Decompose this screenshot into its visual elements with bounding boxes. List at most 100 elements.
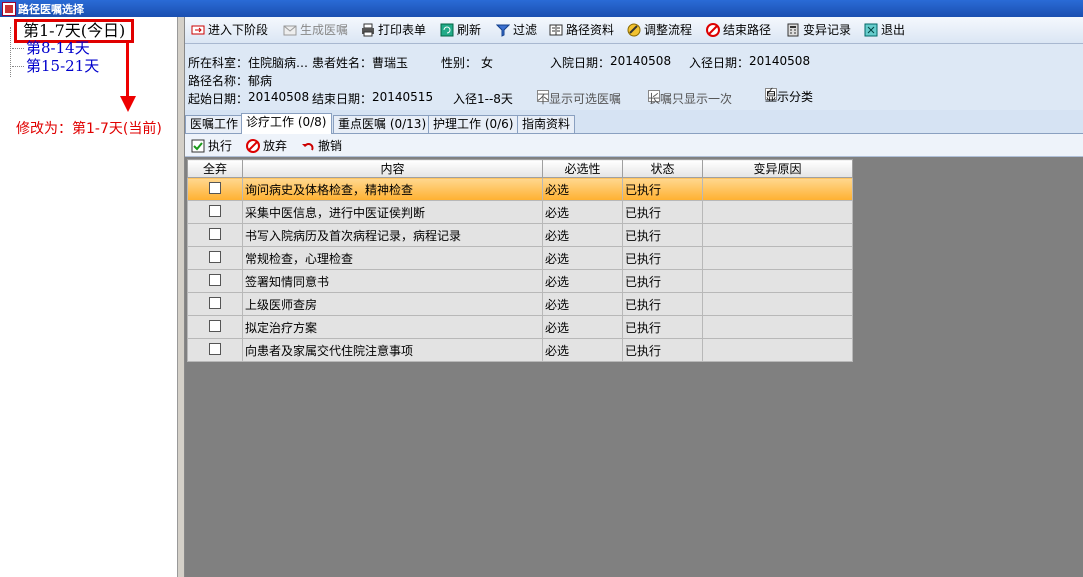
day-tree: 第1-7天(今日) 第8-14天 第15-21天 (0, 17, 178, 577)
tab-diagnosis[interactable]: 诊疗工作 (0/8) (241, 113, 332, 134)
row-reason[interactable] (702, 269, 853, 293)
row-required: 必选 (542, 338, 623, 362)
generate-orders-button[interactable]: 生成医嘱 (283, 21, 348, 39)
adjust-icon (627, 23, 641, 37)
printer-icon (361, 23, 375, 37)
row-checkbox[interactable] (209, 342, 221, 355)
next-stage-button[interactable]: 进入下阶段 (191, 21, 268, 39)
row-required: 必选 (542, 269, 623, 293)
path-range: 入径1--8天 (453, 92, 513, 106)
enter-date-value: 20140508 (749, 54, 811, 68)
row-status: 已执行 (622, 315, 703, 339)
path-info-button[interactable]: 路径资料 (549, 21, 614, 39)
execute-button[interactable]: 执行 (191, 137, 232, 154)
admit-date-value: 20140508 (610, 54, 672, 68)
title-bar: 路径医嘱选择 (0, 0, 1083, 17)
row-required: 必选 (542, 292, 623, 316)
tab-key-orders[interactable]: 重点医嘱 (0/13) (333, 115, 432, 133)
tree-item-day-15-21[interactable]: 第15-21天 (12, 57, 99, 75)
refresh-icon (440, 23, 454, 37)
path-name-value: 郁病 (248, 74, 273, 88)
row-required: 必选 (542, 177, 623, 201)
table-row[interactable]: 询问病史及体格检查，精神检查 必选 已执行 (187, 177, 853, 201)
exit-icon (864, 23, 878, 37)
enter-date-label: 入径日期： (689, 56, 750, 70)
header-status[interactable]: 状态 (622, 159, 703, 178)
row-reason[interactable] (702, 200, 853, 224)
header-required[interactable]: 必选性 (542, 159, 623, 178)
end-date-label: 结束日期： (312, 92, 373, 106)
table-row[interactable]: 上级医师查房 必选 已执行 (187, 292, 853, 316)
task-grid: 全弃 内容 必选性 状态 变异原因 询问病史及体格检查，精神检查 必选 已执行 (187, 159, 853, 362)
book-icon (549, 23, 563, 37)
adjust-flow-button[interactable]: 调整流程 (627, 21, 692, 39)
row-checkbox[interactable] (209, 273, 221, 286)
row-reason[interactable] (702, 177, 853, 201)
abandon-button[interactable]: 放弃 (246, 137, 287, 154)
patient-info-panel: 所在科室： 住院脑病… 患者姓名： 曹瑞玉 性别： 女 入院日期： 201405… (185, 44, 1083, 110)
grid-area: 全弃 内容 必选性 状态 变异原因 询问病史及体格检查，精神检查 必选 已执行 (185, 157, 1083, 577)
table-row[interactable]: 签署知情同意书 必选 已执行 (187, 269, 853, 293)
row-required: 必选 (542, 223, 623, 247)
tab-guide[interactable]: 指南资料 (517, 115, 576, 133)
patient-label: 患者姓名： (312, 56, 373, 70)
header-content[interactable]: 内容 (242, 159, 543, 178)
row-required: 必选 (542, 246, 623, 270)
filter-button[interactable]: 过滤 (495, 21, 537, 39)
row-reason[interactable] (702, 292, 853, 316)
row-checkbox[interactable] (209, 250, 221, 263)
row-status: 已执行 (622, 338, 703, 362)
row-status: 已执行 (622, 200, 703, 224)
undo-icon (301, 139, 315, 153)
exit-button[interactable]: 退出 (864, 21, 905, 39)
tab-strip: 医嘱工作 诊疗工作 (0/8) 重点医嘱 (0/13) 护理工作 (0/6) 指… (185, 113, 1083, 134)
table-row[interactable]: 书写入院病历及首次病程记录，病程记录 必选 已执行 (187, 223, 853, 247)
patient-value: 曹瑞玉 (372, 56, 409, 70)
path-name-label: 路径名称： (188, 74, 249, 88)
table-row[interactable]: 拟定治疗方案 必选 已执行 (187, 315, 853, 339)
row-checkbox[interactable] (209, 296, 221, 309)
variance-record-button[interactable]: 变异记录 (786, 21, 851, 39)
row-reason[interactable] (702, 223, 853, 247)
check-icon (191, 139, 205, 153)
calculator-icon (786, 23, 800, 37)
row-checkbox[interactable] (209, 227, 221, 240)
row-reason[interactable] (702, 246, 853, 270)
print-form-button[interactable]: 打印表单 (361, 21, 426, 39)
annotation-arrow-head (120, 96, 136, 112)
row-checkbox[interactable] (209, 181, 221, 194)
row-checkbox[interactable] (209, 204, 221, 217)
row-reason[interactable] (702, 315, 853, 339)
tree-item-day-8-14[interactable]: 第8-14天 (12, 39, 90, 57)
table-row[interactable]: 常规检查，心理检查 必选 已执行 (187, 246, 853, 270)
table-row[interactable]: 向患者及家属交代住院注意事项 必选 已执行 (187, 338, 853, 362)
splitter[interactable] (178, 17, 185, 577)
header-abandon-all[interactable]: 全弃 (187, 159, 243, 178)
row-status: 已执行 (622, 292, 703, 316)
tab-orders[interactable]: 医嘱工作 (185, 115, 244, 133)
header-reason[interactable]: 变异原因 (702, 159, 853, 178)
row-content: 拟定治疗方案 (242, 315, 543, 339)
dept-value: 住院脑病… (248, 56, 309, 70)
row-status: 已执行 (622, 177, 703, 201)
start-date-label: 起始日期： (188, 92, 249, 106)
annotation-text: 修改为：第1-7天(当前) (16, 121, 162, 137)
tab-nursing[interactable]: 护理工作 (0/6) (428, 115, 519, 133)
filter-icon (495, 23, 511, 37)
table-row[interactable]: 采集中医信息，进行中医证侯判断 必选 已执行 (187, 200, 853, 224)
end-date-value: 20140515 (372, 90, 434, 104)
annotation-arrow (126, 42, 129, 98)
refresh-button[interactable]: 刷新 (440, 21, 481, 39)
app-icon (2, 2, 16, 16)
gender-value: 女 (481, 56, 494, 70)
admit-date-label: 入院日期： (550, 56, 611, 70)
row-checkbox[interactable] (209, 319, 221, 332)
undo-button[interactable]: 撤销 (301, 137, 342, 154)
row-reason[interactable] (702, 338, 853, 362)
row-status: 已执行 (622, 246, 703, 270)
row-content: 询问病史及体格检查，精神检查 (242, 177, 543, 201)
toolbar: 进入下阶段 生成医嘱 打印表单 刷新 过滤 路径资料 调整流程 结束路径 变异记… (185, 17, 1083, 44)
row-status: 已执行 (622, 269, 703, 293)
end-path-button[interactable]: 结束路径 (706, 21, 771, 39)
stop-icon (246, 139, 260, 153)
